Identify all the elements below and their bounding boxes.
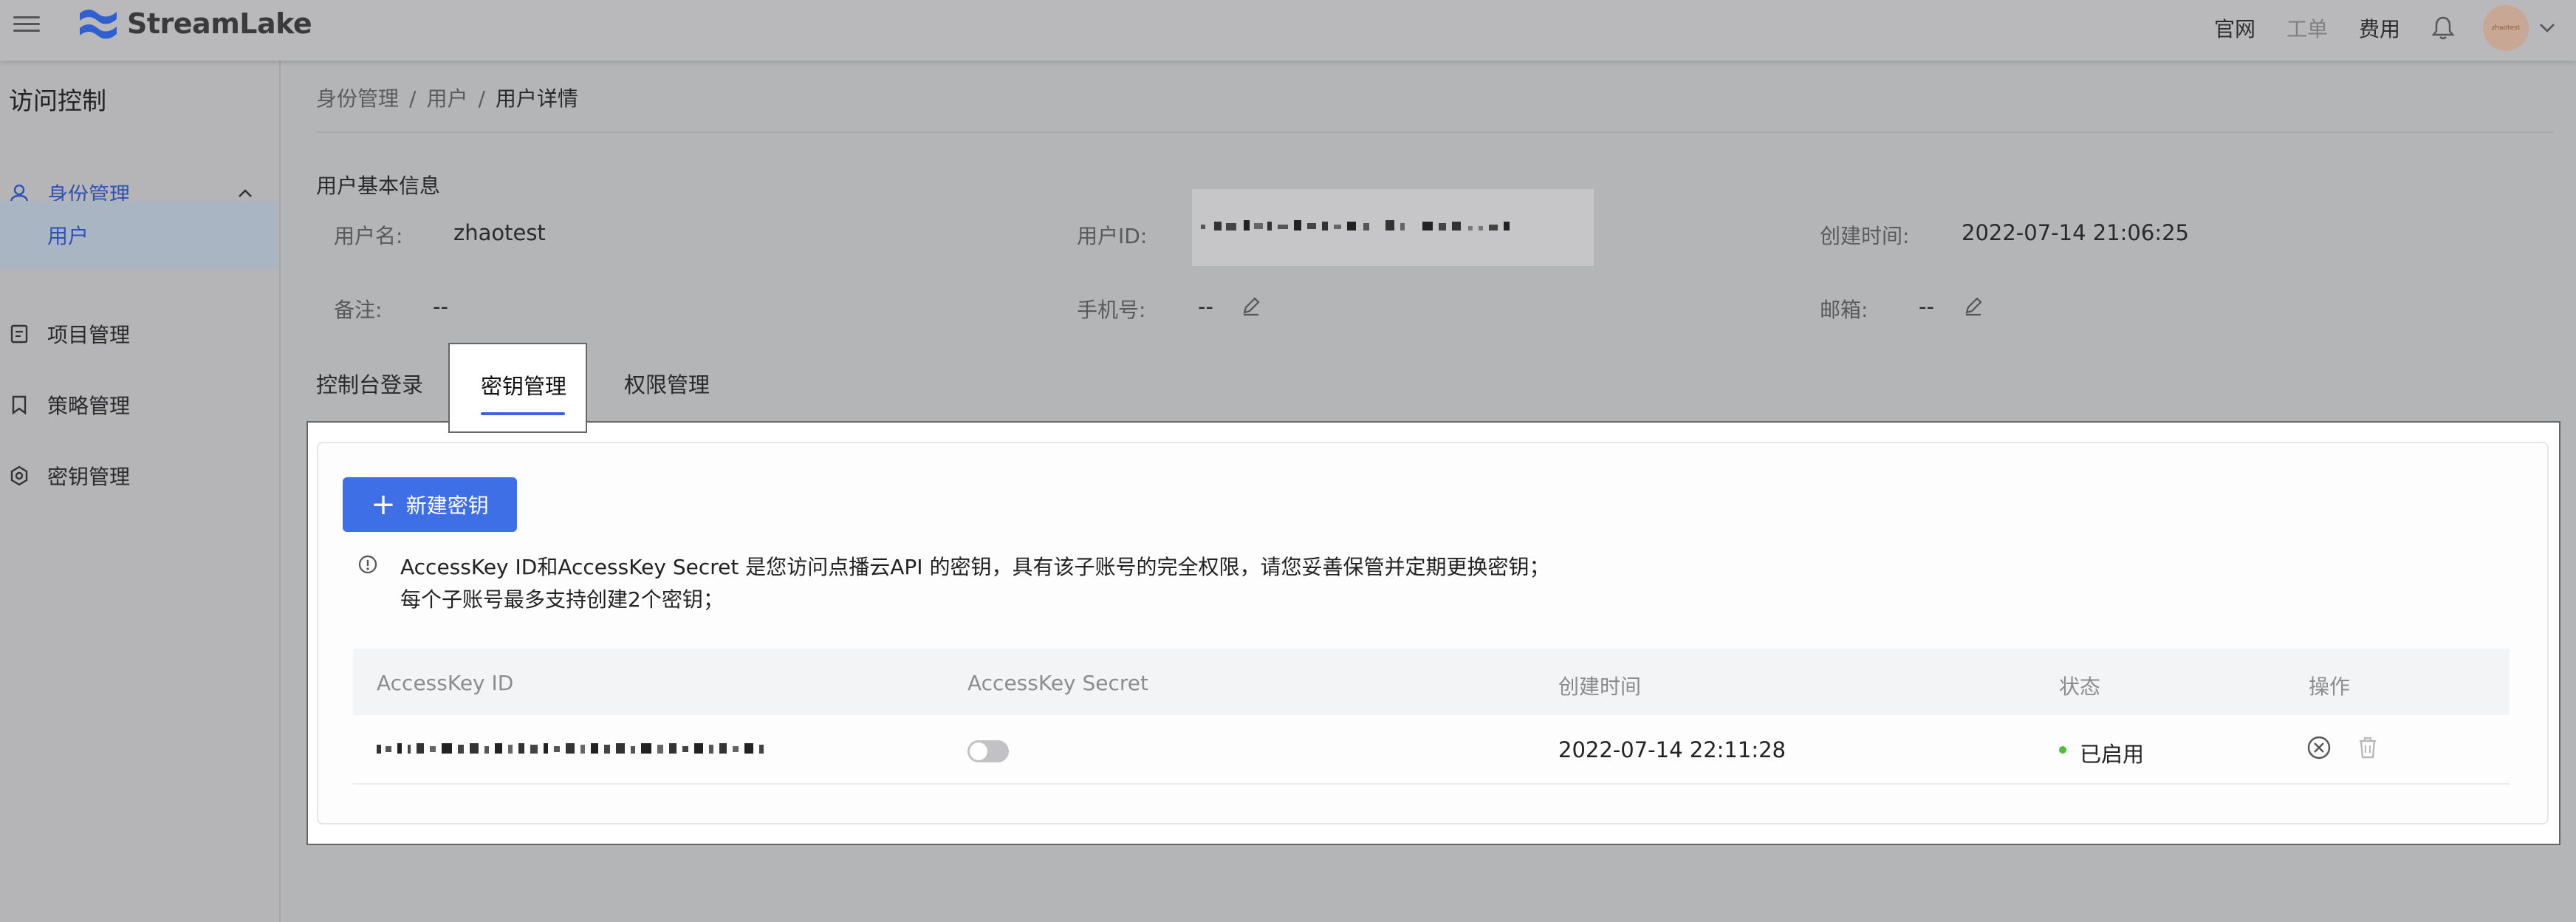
- section-title: 用户基本信息: [316, 174, 441, 198]
- breadcrumb-separator: /: [409, 86, 417, 111]
- breadcrumb-separator: /: [478, 86, 485, 111]
- created-label: 创建时间:: [1820, 224, 1910, 248]
- disable-key-icon[interactable]: [2306, 734, 2332, 761]
- sidebar: 访问控制 身份管理 用户 项目管理 策略管理 密钥管理: [0, 61, 281, 922]
- tab-underline: [481, 412, 565, 415]
- delete-key-icon[interactable]: [2354, 734, 2381, 761]
- column-header: AccessKey Secret: [967, 671, 1149, 695]
- username-value: zhaotest: [453, 220, 546, 245]
- phone-label: 手机号:: [1077, 298, 1146, 322]
- sidebar-item-label: 策略管理: [47, 394, 131, 418]
- sidebar-item-label: 密钥管理: [47, 465, 131, 489]
- menu-icon[interactable]: [13, 12, 40, 35]
- divider: [316, 132, 2554, 133]
- avatar[interactable]: zhaotest: [2483, 5, 2529, 51]
- avatar-text: zhaotest: [2491, 24, 2521, 32]
- tab-key-management[interactable]: 密钥管理: [448, 343, 587, 433]
- document-icon: [10, 324, 28, 344]
- key-created-time: 2022-07-14 22:11:28: [1558, 737, 1786, 762]
- column-header: AccessKey ID: [377, 671, 514, 695]
- chevron-up-icon[interactable]: [238, 188, 253, 198]
- sidebar-item-policies[interactable]: 策略管理: [0, 371, 279, 439]
- nav-billing[interactable]: 费用: [2359, 13, 2400, 43]
- sidebar-item-keys[interactable]: 密钥管理: [0, 442, 279, 510]
- sidebar-item-label: 项目管理: [47, 323, 131, 347]
- table-row: 2022-07-14 22:11:28 已启用: [353, 715, 2510, 785]
- note-value: --: [433, 294, 448, 319]
- username-label: 用户名:: [334, 224, 403, 248]
- tab-permissions[interactable]: 权限管理: [624, 368, 710, 399]
- sidebar-item-users[interactable]: 用户: [0, 201, 278, 269]
- column-header: 操作: [2309, 675, 2351, 699]
- info-icon: [358, 555, 377, 574]
- email-label: 邮箱:: [1820, 298, 1868, 322]
- column-header: 创建时间: [1558, 675, 1642, 699]
- new-key-label: 新建密钥: [405, 494, 489, 518]
- status-dot: [2059, 746, 2066, 754]
- bell-icon[interactable]: [2431, 16, 2455, 41]
- created-value: 2022-07-14 21:06:25: [1962, 220, 2189, 245]
- secret-visibility-toggle[interactable]: [967, 740, 1009, 762]
- notice-line: AccessKey ID和AccessKey Secret 是您访问点播云API…: [400, 555, 1550, 579]
- column-header: 状态: [2059, 675, 2101, 699]
- redacted-userid: [1201, 220, 1510, 230]
- userid-label: 用户ID:: [1077, 224, 1148, 248]
- breadcrumb: 身份管理 / 用户 / 用户详情: [316, 83, 578, 112]
- brand-name: StreamLake: [127, 7, 312, 40]
- toggle-knob: [970, 742, 987, 760]
- notice-line: 每个子账号最多支持创建2个密钥；: [400, 587, 724, 612]
- phone-value: --: [1198, 294, 1213, 319]
- streamlake-logo-icon: [80, 10, 117, 39]
- logo[interactable]: StreamLake: [77, 6, 312, 41]
- sidebar-item-projects[interactable]: 项目管理: [0, 300, 279, 368]
- sidebar-title: 访问控制: [9, 86, 106, 115]
- userid-value-redacted: [1192, 189, 1594, 266]
- breadcrumb-users[interactable]: 用户: [426, 86, 467, 111]
- breadcrumb-current: 用户详情: [495, 86, 578, 111]
- edit-email-icon[interactable]: [1963, 296, 1984, 316]
- tab-console-login[interactable]: 控制台登录: [316, 368, 423, 399]
- nav-official-site[interactable]: 官网: [2214, 13, 2255, 43]
- breadcrumb-identity[interactable]: 身份管理: [316, 86, 399, 111]
- key-status: 已启用: [2080, 742, 2145, 767]
- edit-phone-icon[interactable]: [1241, 296, 1261, 316]
- plus-icon: +: [371, 488, 396, 522]
- key-notice: AccessKey ID和AccessKey Secret 是您访问点播云API…: [400, 551, 1549, 616]
- note-label: 备注:: [334, 298, 383, 322]
- nav-tickets[interactable]: 工单: [2286, 13, 2328, 43]
- bookmark-icon: [12, 395, 27, 415]
- keys-table-header: AccessKey ID AccessKey Secret 创建时间 状态 操作: [353, 649, 2510, 715]
- gear-icon: [10, 465, 28, 486]
- accesskey-id-redacted: [377, 743, 764, 754]
- new-key-button[interactable]: + 新建密钥: [343, 477, 517, 532]
- chevron-down-icon[interactable]: [2539, 23, 2555, 33]
- top-bar: StreamLake 官网 工单 费用 zhaotest: [0, 0, 2576, 61]
- sidebar-item-label: 用户: [47, 224, 89, 248]
- email-value: --: [1919, 294, 1934, 319]
- tab-label: 密钥管理: [481, 374, 567, 399]
